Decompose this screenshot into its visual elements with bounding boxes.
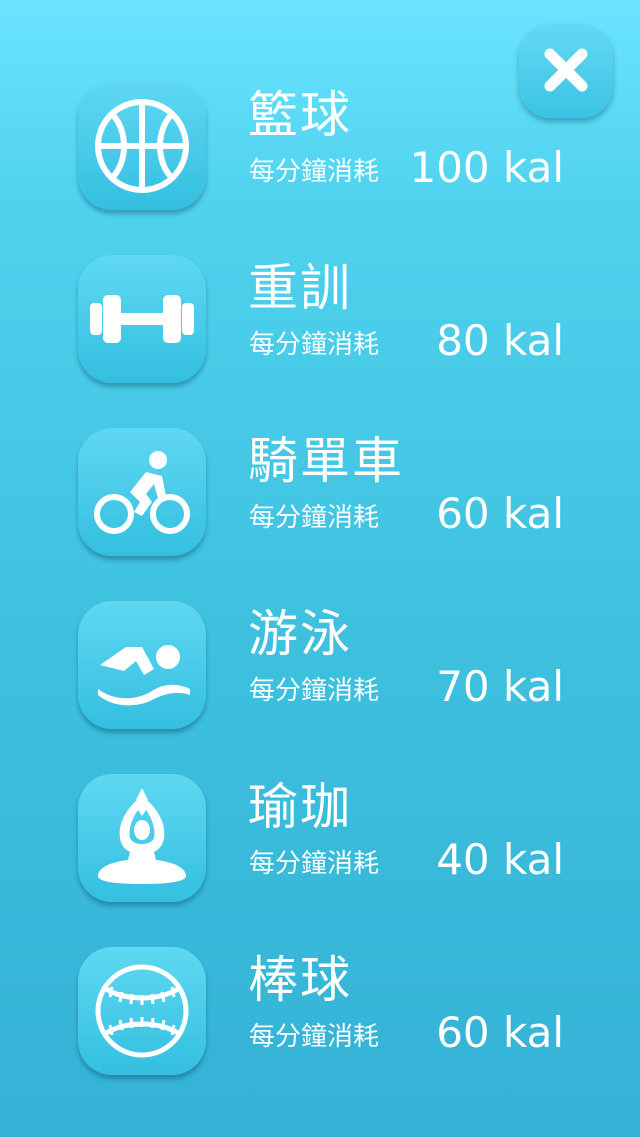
calories-value: 40 kal	[436, 835, 564, 884]
activity-list: 籃球 每分鐘消耗 100 kal 重訓 每分鐘消耗 80 kal 騎單車 每分鐘…	[0, 0, 640, 1137]
activity-tile[interactable]	[78, 601, 206, 729]
basketball-icon	[95, 99, 189, 193]
activity-name: 重訓	[248, 259, 352, 317]
per-minute-label: 每分鐘消耗	[249, 503, 380, 533]
activity-tile[interactable]	[78, 255, 206, 383]
calories-value: 60 kal	[436, 1008, 564, 1057]
per-minute-label: 每分鐘消耗	[249, 157, 380, 187]
activity-item-cycling[interactable]: 騎單車 每分鐘消耗 60 kal	[0, 428, 640, 578]
baseball-icon	[95, 964, 189, 1058]
calories-value: 80 kal	[436, 316, 564, 365]
activity-tile[interactable]	[78, 428, 206, 556]
activity-tile[interactable]	[78, 82, 206, 210]
per-minute-label: 每分鐘消耗	[249, 676, 380, 706]
activity-name: 游泳	[248, 605, 352, 663]
cyclist-icon	[94, 451, 190, 534]
activity-name: 瑜珈	[248, 778, 352, 836]
per-minute-label: 每分鐘消耗	[249, 330, 380, 360]
per-minute-label: 每分鐘消耗	[249, 1022, 380, 1052]
activity-tile[interactable]	[78, 774, 206, 902]
yoga-icon	[98, 788, 186, 884]
calories-value: 100 kal	[409, 143, 564, 192]
activity-tile[interactable]	[78, 947, 206, 1075]
activity-item-basketball[interactable]: 籃球 每分鐘消耗 100 kal	[0, 82, 640, 232]
activity-name: 棒球	[248, 951, 352, 1009]
per-minute-label: 每分鐘消耗	[249, 849, 380, 879]
swimmer-icon	[98, 645, 190, 706]
activity-item-yoga[interactable]: 瑜珈 每分鐘消耗 40 kal	[0, 774, 640, 924]
activity-item-baseball[interactable]: 棒球 每分鐘消耗 60 kal	[0, 947, 640, 1097]
activity-name: 騎單車	[248, 432, 404, 490]
activity-item-weight-training[interactable]: 重訓 每分鐘消耗 80 kal	[0, 255, 640, 405]
activity-name: 籃球	[248, 86, 352, 144]
calories-value: 60 kal	[436, 489, 564, 538]
calories-value: 70 kal	[436, 662, 564, 711]
activity-item-swimming[interactable]: 游泳 每分鐘消耗 70 kal	[0, 601, 640, 751]
dumbbell-icon	[90, 295, 194, 343]
